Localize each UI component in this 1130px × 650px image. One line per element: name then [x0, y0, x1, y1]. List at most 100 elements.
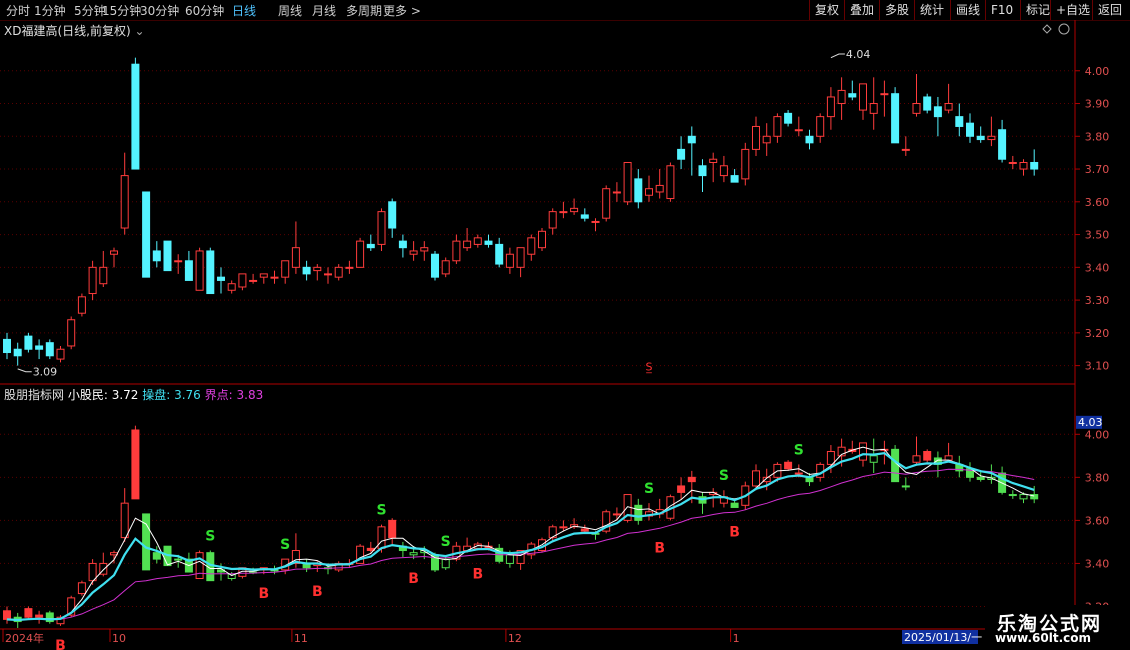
buy-signal: B — [654, 540, 665, 556]
stock-chart[interactable]: 4.00 3.90 3.80 3.70 3.60 3.50 3.40 3.30 3.20 3.10… — [0, 0, 1130, 650]
main-candle — [302, 266, 311, 275]
sub-candle — [891, 448, 900, 483]
main-candle — [24, 335, 33, 350]
diamond-icon — [1042, 24, 1052, 34]
main-candle — [77, 296, 86, 314]
main-candle — [281, 260, 290, 278]
main-candle — [548, 211, 557, 229]
buy-signal: B — [472, 567, 483, 583]
main-candle — [666, 165, 675, 200]
main-candle — [623, 161, 632, 203]
main-candle — [473, 237, 482, 245]
main-candle — [484, 240, 493, 245]
sub-candle — [195, 552, 204, 579]
main-candle — [366, 243, 375, 249]
sell-signal: S — [441, 534, 451, 550]
main-candle — [687, 135, 696, 144]
main-candle — [495, 243, 504, 265]
x-tick-label: 10 — [112, 632, 126, 645]
y-tick-label-main: 4.00 — [1085, 65, 1110, 78]
y-tick-label-main: 3.50 — [1085, 229, 1110, 242]
sub-candle — [901, 485, 910, 488]
buy-signal: B — [312, 584, 323, 600]
sub-candle — [1008, 494, 1017, 497]
sell-signal: S — [719, 468, 729, 484]
buy-signal: B — [55, 638, 66, 650]
main-candle — [45, 342, 54, 357]
x-tick-label: 12 — [508, 632, 522, 645]
main-candle — [698, 165, 707, 177]
extreme-pointer — [830, 53, 845, 59]
indicator-value-0: 小股民: 3.72 — [67, 388, 139, 402]
chevron-down-icon[interactable]: ⌄ — [131, 24, 144, 38]
main-candle — [655, 184, 664, 193]
chart-title: XD福建高(日线,前复权) ⌄ — [4, 24, 145, 38]
main-candle — [13, 348, 22, 357]
current-value-tag-text: 4.03 — [1078, 416, 1103, 429]
main-candle — [966, 122, 974, 137]
y-tick-label-main: 3.80 — [1085, 130, 1110, 143]
sub-candle — [923, 451, 932, 461]
main-candle — [152, 250, 161, 262]
main-candle — [174, 260, 183, 263]
settings-icon — [1058, 23, 1070, 35]
main-candle — [516, 247, 525, 268]
sub-candle — [24, 608, 33, 618]
main-candle — [238, 273, 247, 288]
sub-candle — [1019, 494, 1028, 500]
sub-candle — [784, 461, 793, 470]
indicator-name: 股朋指标网 — [4, 388, 65, 402]
y-tick-label-main: 3.60 — [1085, 196, 1110, 209]
main-candle — [527, 237, 536, 255]
cursor-date: 2025/01/13/一 — [904, 631, 982, 644]
main-candle — [837, 89, 846, 105]
line-jiedian — [6, 468, 1035, 621]
sub-candle — [752, 470, 760, 487]
main-candle — [163, 240, 172, 272]
main-candle — [709, 158, 718, 163]
sub-candle — [826, 451, 835, 465]
sub-candle — [35, 614, 44, 618]
main-candle — [730, 175, 739, 183]
main-candle — [976, 135, 985, 141]
main-candle — [580, 214, 589, 219]
sub-candle — [3, 610, 11, 620]
main-candle — [869, 103, 878, 114]
main-candle — [35, 345, 44, 350]
main-candle — [559, 211, 568, 214]
main-candle — [409, 250, 418, 255]
main-candle — [645, 188, 653, 196]
y-tick-label-sub: 3.80 — [1085, 471, 1110, 484]
main-candle — [356, 240, 365, 268]
sub-candle — [152, 552, 161, 560]
sell-signal: S — [205, 529, 215, 545]
main-candle — [848, 93, 857, 98]
main-candle — [538, 230, 546, 249]
sub-candle — [677, 485, 686, 493]
main-candle — [1019, 161, 1028, 170]
sub-candle — [174, 558, 183, 561]
main-candle — [784, 112, 793, 124]
brand-url: www.60lt.com — [995, 631, 1092, 645]
x-tick-label: 2024年 — [5, 631, 44, 645]
main-candle — [431, 253, 439, 278]
y-tick-label-main: 3.70 — [1085, 163, 1110, 176]
sub-candle — [120, 502, 129, 539]
main-candle — [762, 135, 771, 144]
main-candle — [591, 220, 600, 223]
sub-candle — [869, 455, 878, 463]
main-candle — [634, 178, 643, 203]
main-candle — [195, 250, 204, 291]
main-candle — [602, 188, 611, 219]
main-candle — [184, 260, 193, 281]
main-candle — [794, 129, 803, 132]
main-candle — [227, 283, 236, 291]
main-candle — [805, 135, 814, 144]
main-candle — [99, 266, 108, 285]
sub-candle — [505, 554, 514, 564]
main-candle — [880, 93, 889, 96]
main-candle — [901, 148, 910, 151]
indicator-legend: 股朋指标网 小股民: 3.72 操盘: 3.76 界点: 3.83 — [4, 386, 263, 403]
main-candle — [377, 211, 386, 245]
main-candle — [67, 319, 76, 347]
